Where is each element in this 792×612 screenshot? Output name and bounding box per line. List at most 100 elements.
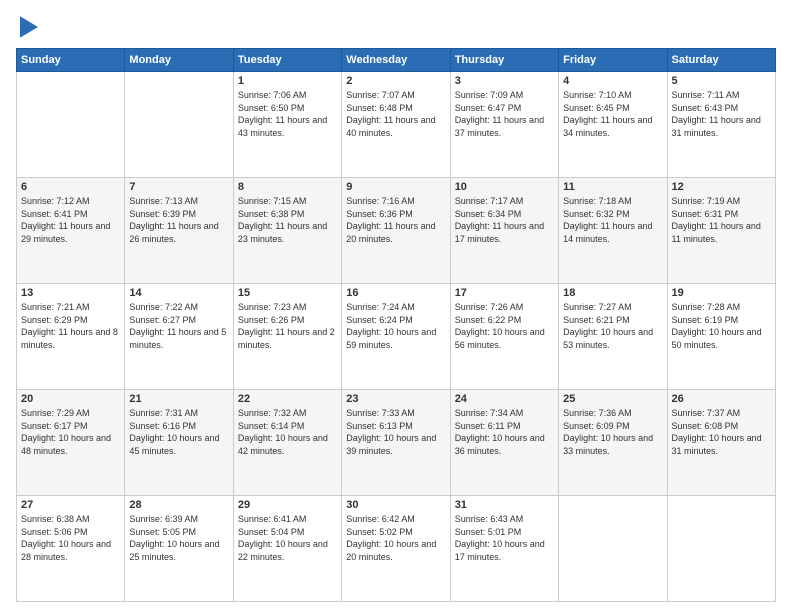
calendar-cell: 1 Sunrise: 7:06 AMSunset: 6:50 PMDayligh…: [233, 72, 341, 178]
day-number: 4: [563, 75, 662, 87]
day-number: 6: [21, 181, 120, 193]
day-number: 10: [455, 181, 554, 193]
day-number: 29: [238, 499, 337, 511]
calendar-cell: 8 Sunrise: 7:15 AMSunset: 6:38 PMDayligh…: [233, 178, 341, 284]
calendar-cell: 10 Sunrise: 7:17 AMSunset: 6:34 PMDaylig…: [450, 178, 558, 284]
calendar-cell: 16 Sunrise: 7:24 AMSunset: 6:24 PMDaylig…: [342, 284, 450, 390]
weekday-header: Friday: [559, 49, 667, 72]
calendar-week-row: 27 Sunrise: 6:38 AMSunset: 5:06 PMDaylig…: [17, 496, 776, 602]
weekday-header: Wednesday: [342, 49, 450, 72]
day-info: Sunrise: 7:19 AMSunset: 6:31 PMDaylight:…: [672, 195, 771, 245]
day-info: Sunrise: 7:24 AMSunset: 6:24 PMDaylight:…: [346, 301, 445, 351]
day-number: 24: [455, 393, 554, 405]
calendar-cell: 18 Sunrise: 7:27 AMSunset: 6:21 PMDaylig…: [559, 284, 667, 390]
calendar-cell: 2 Sunrise: 7:07 AMSunset: 6:48 PMDayligh…: [342, 72, 450, 178]
day-info: Sunrise: 6:41 AMSunset: 5:04 PMDaylight:…: [238, 513, 337, 563]
day-number: 3: [455, 75, 554, 87]
day-number: 13: [21, 287, 120, 299]
day-info: Sunrise: 7:32 AMSunset: 6:14 PMDaylight:…: [238, 407, 337, 457]
calendar-week-row: 20 Sunrise: 7:29 AMSunset: 6:17 PMDaylig…: [17, 390, 776, 496]
day-number: 5: [672, 75, 771, 87]
calendar-header-row: SundayMondayTuesdayWednesdayThursdayFrid…: [17, 49, 776, 72]
calendar-cell: [559, 496, 667, 602]
calendar-week-row: 6 Sunrise: 7:12 AMSunset: 6:41 PMDayligh…: [17, 178, 776, 284]
calendar-cell: 28 Sunrise: 6:39 AMSunset: 5:05 PMDaylig…: [125, 496, 233, 602]
calendar-cell: 20 Sunrise: 7:29 AMSunset: 6:17 PMDaylig…: [17, 390, 125, 496]
day-number: 25: [563, 393, 662, 405]
calendar-cell: 4 Sunrise: 7:10 AMSunset: 6:45 PMDayligh…: [559, 72, 667, 178]
day-info: Sunrise: 7:36 AMSunset: 6:09 PMDaylight:…: [563, 407, 662, 457]
day-number: 22: [238, 393, 337, 405]
day-info: Sunrise: 7:31 AMSunset: 6:16 PMDaylight:…: [129, 407, 228, 457]
day-number: 30: [346, 499, 445, 511]
day-number: 19: [672, 287, 771, 299]
day-info: Sunrise: 7:17 AMSunset: 6:34 PMDaylight:…: [455, 195, 554, 245]
day-info: Sunrise: 7:27 AMSunset: 6:21 PMDaylight:…: [563, 301, 662, 351]
calendar-week-row: 1 Sunrise: 7:06 AMSunset: 6:50 PMDayligh…: [17, 72, 776, 178]
calendar-table: SundayMondayTuesdayWednesdayThursdayFrid…: [16, 48, 776, 602]
calendar-cell: 31 Sunrise: 6:43 AMSunset: 5:01 PMDaylig…: [450, 496, 558, 602]
calendar-cell: 14 Sunrise: 7:22 AMSunset: 6:27 PMDaylig…: [125, 284, 233, 390]
calendar-cell: 15 Sunrise: 7:23 AMSunset: 6:26 PMDaylig…: [233, 284, 341, 390]
day-number: 16: [346, 287, 445, 299]
logo-icon: [20, 16, 38, 38]
calendar-cell: 7 Sunrise: 7:13 AMSunset: 6:39 PMDayligh…: [125, 178, 233, 284]
calendar-cell: 11 Sunrise: 7:18 AMSunset: 6:32 PMDaylig…: [559, 178, 667, 284]
day-number: 15: [238, 287, 337, 299]
day-info: Sunrise: 7:16 AMSunset: 6:36 PMDaylight:…: [346, 195, 445, 245]
weekday-header: Tuesday: [233, 49, 341, 72]
day-info: Sunrise: 7:26 AMSunset: 6:22 PMDaylight:…: [455, 301, 554, 351]
day-info: Sunrise: 7:23 AMSunset: 6:26 PMDaylight:…: [238, 301, 337, 351]
calendar-cell: 6 Sunrise: 7:12 AMSunset: 6:41 PMDayligh…: [17, 178, 125, 284]
day-info: Sunrise: 6:38 AMSunset: 5:06 PMDaylight:…: [21, 513, 120, 563]
calendar-cell: 29 Sunrise: 6:41 AMSunset: 5:04 PMDaylig…: [233, 496, 341, 602]
day-info: Sunrise: 7:13 AMSunset: 6:39 PMDaylight:…: [129, 195, 228, 245]
weekday-header: Monday: [125, 49, 233, 72]
day-info: Sunrise: 7:18 AMSunset: 6:32 PMDaylight:…: [563, 195, 662, 245]
day-info: Sunrise: 7:07 AMSunset: 6:48 PMDaylight:…: [346, 89, 445, 139]
header: [16, 16, 776, 38]
calendar-cell: 13 Sunrise: 7:21 AMSunset: 6:29 PMDaylig…: [17, 284, 125, 390]
day-info: Sunrise: 6:42 AMSunset: 5:02 PMDaylight:…: [346, 513, 445, 563]
day-number: 14: [129, 287, 228, 299]
day-info: Sunrise: 7:34 AMSunset: 6:11 PMDaylight:…: [455, 407, 554, 457]
weekday-header: Saturday: [667, 49, 775, 72]
calendar-cell: 26 Sunrise: 7:37 AMSunset: 6:08 PMDaylig…: [667, 390, 775, 496]
calendar-cell: 12 Sunrise: 7:19 AMSunset: 6:31 PMDaylig…: [667, 178, 775, 284]
day-number: 11: [563, 181, 662, 193]
calendar-cell: 25 Sunrise: 7:36 AMSunset: 6:09 PMDaylig…: [559, 390, 667, 496]
day-number: 18: [563, 287, 662, 299]
calendar-cell: 21 Sunrise: 7:31 AMSunset: 6:16 PMDaylig…: [125, 390, 233, 496]
calendar-cell: 30 Sunrise: 6:42 AMSunset: 5:02 PMDaylig…: [342, 496, 450, 602]
day-number: 20: [21, 393, 120, 405]
day-number: 21: [129, 393, 228, 405]
calendar-week-row: 13 Sunrise: 7:21 AMSunset: 6:29 PMDaylig…: [17, 284, 776, 390]
calendar-cell: 3 Sunrise: 7:09 AMSunset: 6:47 PMDayligh…: [450, 72, 558, 178]
calendar-cell: 17 Sunrise: 7:26 AMSunset: 6:22 PMDaylig…: [450, 284, 558, 390]
day-number: 2: [346, 75, 445, 87]
day-info: Sunrise: 7:22 AMSunset: 6:27 PMDaylight:…: [129, 301, 228, 351]
calendar-cell: 19 Sunrise: 7:28 AMSunset: 6:19 PMDaylig…: [667, 284, 775, 390]
day-number: 26: [672, 393, 771, 405]
day-info: Sunrise: 7:15 AMSunset: 6:38 PMDaylight:…: [238, 195, 337, 245]
day-info: Sunrise: 7:11 AMSunset: 6:43 PMDaylight:…: [672, 89, 771, 139]
day-info: Sunrise: 7:10 AMSunset: 6:45 PMDaylight:…: [563, 89, 662, 139]
day-number: 1: [238, 75, 337, 87]
day-number: 12: [672, 181, 771, 193]
day-number: 8: [238, 181, 337, 193]
day-number: 9: [346, 181, 445, 193]
calendar-cell: 22 Sunrise: 7:32 AMSunset: 6:14 PMDaylig…: [233, 390, 341, 496]
calendar-cell: [17, 72, 125, 178]
calendar-cell: 9 Sunrise: 7:16 AMSunset: 6:36 PMDayligh…: [342, 178, 450, 284]
day-number: 7: [129, 181, 228, 193]
day-info: Sunrise: 6:39 AMSunset: 5:05 PMDaylight:…: [129, 513, 228, 563]
day-number: 28: [129, 499, 228, 511]
day-info: Sunrise: 7:06 AMSunset: 6:50 PMDaylight:…: [238, 89, 337, 139]
calendar-cell: 24 Sunrise: 7:34 AMSunset: 6:11 PMDaylig…: [450, 390, 558, 496]
day-number: 27: [21, 499, 120, 511]
day-info: Sunrise: 7:09 AMSunset: 6:47 PMDaylight:…: [455, 89, 554, 139]
day-info: Sunrise: 7:21 AMSunset: 6:29 PMDaylight:…: [21, 301, 120, 351]
calendar-cell: [667, 496, 775, 602]
calendar-cell: 23 Sunrise: 7:33 AMSunset: 6:13 PMDaylig…: [342, 390, 450, 496]
day-number: 23: [346, 393, 445, 405]
